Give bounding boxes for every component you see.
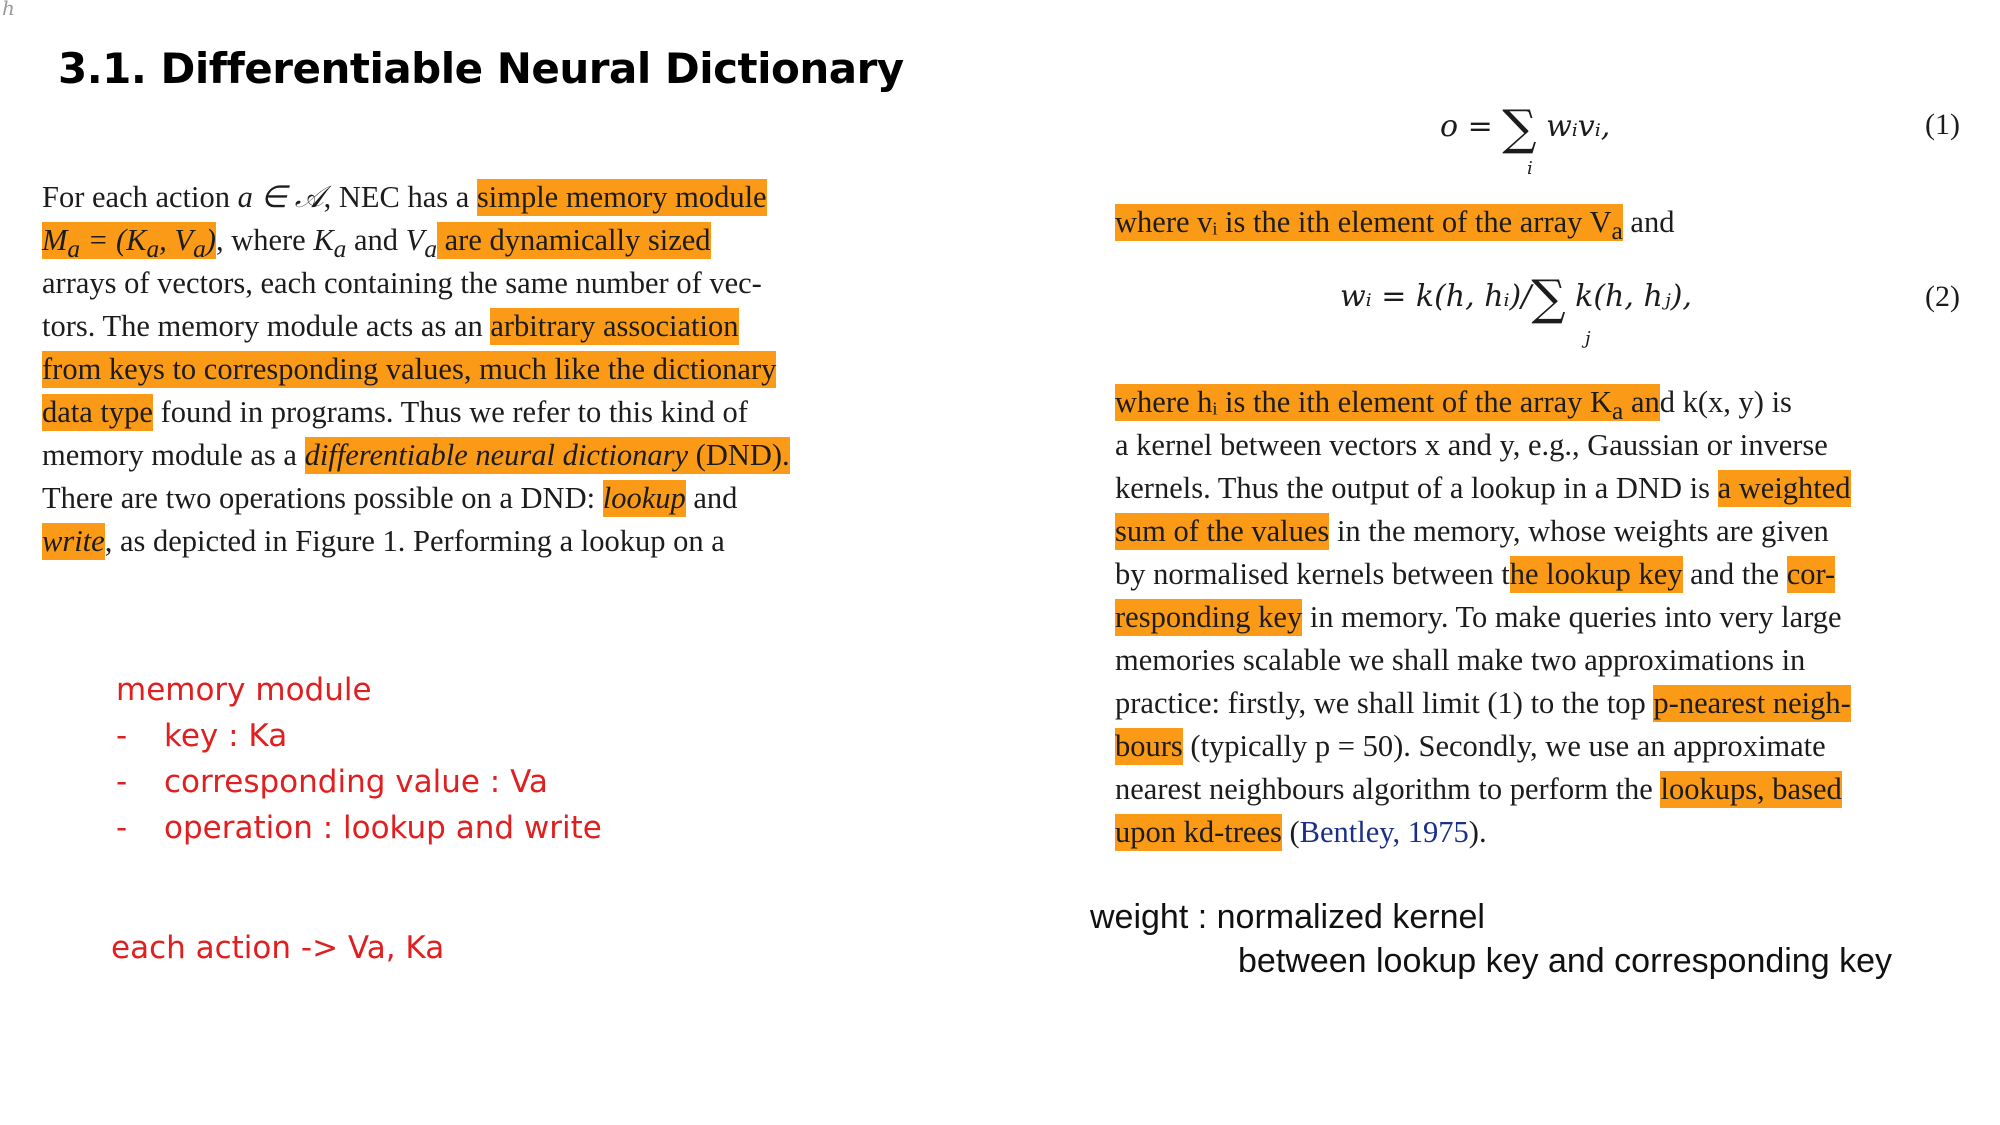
slide-title: 3.1. Differentiable Neural Dictionary xyxy=(58,44,904,93)
excerpt-line: write, as depicted in Figure 1. Performi… xyxy=(42,523,725,560)
excerpt-line: where vᵢ is the ith element of the array… xyxy=(1115,204,1675,246)
action-note: each action -> Va, Ka xyxy=(111,930,445,966)
weight-note-detail: between lookup key and corresponding key xyxy=(1238,942,1892,980)
equation-1-number: (1) xyxy=(1925,108,1960,141)
highlight: Ma = (Ka, Va) xyxy=(42,222,216,264)
highlight: where hᵢ is the ith element of the array… xyxy=(1115,384,1660,426)
equation-2-number: (2) xyxy=(1925,280,1960,313)
equation-1: o = ∑ wᵢvᵢ, xyxy=(1440,100,1611,156)
highlight: differentiable neural dictionary xyxy=(304,437,689,474)
highlight: sum of the values xyxy=(1115,513,1330,550)
equation-2: wᵢ = k(h, hᵢ)/∑ k(h, hⱼ), xyxy=(1340,270,1692,326)
excerpt-line: For each action a ∈ 𝒜, NEC has a simple … xyxy=(42,179,767,216)
excerpt-line: from keys to corresponding values, much … xyxy=(42,351,777,388)
equation-2-index: j xyxy=(1585,328,1591,349)
highlight: upon kd-trees xyxy=(1115,814,1282,851)
highlight: responding key xyxy=(1115,599,1303,636)
bullet-item: - corresponding value : Va xyxy=(116,764,548,800)
highlight: cor- xyxy=(1786,556,1836,593)
memory-module-note: memory module xyxy=(116,672,372,708)
highlight: from keys to corresponding values, much … xyxy=(42,351,777,388)
highlight: arbitrary association xyxy=(490,308,739,345)
highlight: (DND). xyxy=(688,437,790,474)
highlight: p-nearest neigh- xyxy=(1653,685,1851,722)
highlight: simple memory module xyxy=(476,179,767,216)
corner-mark: h xyxy=(2,0,15,20)
highlight: data type xyxy=(42,394,153,431)
highlight: a weighted xyxy=(1717,470,1851,507)
highlight: bours xyxy=(1115,728,1183,765)
excerpt-line: kernels. Thus the output of a lookup in … xyxy=(1115,470,1851,507)
excerpt-line: Ma = (Ka, Va), where Ka and Va are dynam… xyxy=(42,222,711,264)
excerpt-line: There are two operations possible on a D… xyxy=(42,480,738,517)
bullet-item: - operation : lookup and write xyxy=(116,810,602,846)
excerpt-line: upon kd-trees (Bentley, 1975). xyxy=(1115,814,1487,851)
excerpt-line: nearest neighbours algorithm to perform … xyxy=(1115,771,1842,808)
bullet-item: - key : Ka xyxy=(116,718,288,754)
excerpt-line: where hᵢ is the ith element of the array… xyxy=(1115,384,1792,426)
excerpt-line: sum of the values in the memory, whose w… xyxy=(1115,513,1829,550)
excerpt-line: data type found in programs. Thus we ref… xyxy=(42,394,748,431)
excerpt-line: responding key in memory. To make querie… xyxy=(1115,599,1842,636)
excerpt-line: by normalised kernels between the lookup… xyxy=(1115,556,1836,593)
excerpt-line: tors. The memory module acts as an arbit… xyxy=(42,308,739,345)
left-excerpt: For each action a ∈ 𝒜, NEC has a simple … xyxy=(42,179,892,580)
highlight: are dynamically sized xyxy=(437,222,711,259)
weight-note: weight : normalized kernel xyxy=(1090,898,1485,936)
excerpt-line: practice: firstly, we shall limit (1) to… xyxy=(1115,685,1851,722)
excerpt-line: a kernel between vectors x and y, e.g., … xyxy=(1115,428,1828,462)
highlight: lookups, based xyxy=(1660,771,1842,808)
excerpt-line: memories scalable we shall make two appr… xyxy=(1115,643,1806,677)
highlight: write xyxy=(42,523,105,560)
excerpt-line: bours (typically p = 50). Secondly, we u… xyxy=(1115,728,1826,765)
excerpt-line: arrays of vectors, each containing the s… xyxy=(42,266,762,300)
citation-link[interactable]: Bentley, 1975 xyxy=(1300,815,1469,849)
highlight: he lookup key xyxy=(1509,556,1683,593)
equation-1-index: i xyxy=(1527,158,1533,179)
highlight: lookup xyxy=(602,480,686,517)
excerpt-line: memory module as a differentiable neural… xyxy=(42,437,790,474)
highlight: where vᵢ is the ith element of the array… xyxy=(1115,204,1623,246)
right-excerpt: o = ∑ wᵢvᵢ, i (1) where vᵢ is the ith el… xyxy=(1115,100,1975,860)
